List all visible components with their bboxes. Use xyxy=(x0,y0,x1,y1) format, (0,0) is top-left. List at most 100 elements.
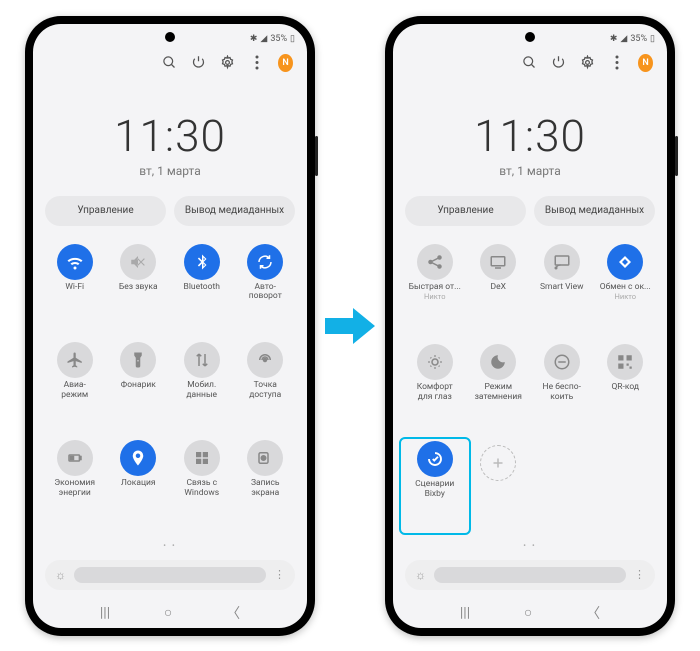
plane-icon[interactable] xyxy=(57,342,93,378)
page-indicator: • • xyxy=(33,535,307,556)
brightness-slider[interactable]: ☼ ⋮ xyxy=(45,560,295,590)
qs-tile-bluetooth[interactable]: Bluetooth xyxy=(170,240,234,334)
qs-tile-add[interactable] xyxy=(467,441,531,530)
share-icon[interactable] xyxy=(417,244,453,280)
bluetooth-icon[interactable] xyxy=(184,244,220,280)
add-icon[interactable] xyxy=(480,445,516,481)
qs-label: Точкадоступа xyxy=(249,381,281,401)
bixby-icon[interactable] xyxy=(417,441,453,477)
navigation-bar: ||| ○ 〈 xyxy=(33,598,307,628)
qs-tile-qr[interactable]: QR-код xyxy=(594,340,658,437)
qs-label: Bluetooth xyxy=(184,283,220,293)
qs-label: Без звука xyxy=(119,283,158,293)
qs-label: Фонарик xyxy=(121,381,156,391)
media-output-button[interactable]: Вывод медиаданных xyxy=(174,196,295,226)
nav-recents[interactable]: ||| xyxy=(100,605,110,621)
qs-label: DeX xyxy=(491,283,506,293)
battery-icon: ▯ xyxy=(290,34,295,44)
qs-label: Быстрая от... xyxy=(409,283,461,293)
qs-tile-windows[interactable]: Связь сWindows xyxy=(170,436,234,530)
qs-tile-dark[interactable]: Режимзатемнения xyxy=(467,340,531,437)
battery-icon: ▯ xyxy=(650,34,655,44)
search-icon[interactable] xyxy=(522,55,537,70)
qs-tile-mute[interactable]: Без звука xyxy=(107,240,171,334)
qs-tile-dnd[interactable]: Не беспо-коить xyxy=(530,340,594,437)
qs-label: Экономияэнергии xyxy=(54,479,95,499)
qs-tile-plane[interactable]: Авиа-режим xyxy=(43,338,107,432)
mute-icon[interactable] xyxy=(120,244,156,280)
notification-badge[interactable]: N xyxy=(278,55,293,70)
clock-date: вт, 1 марта xyxy=(393,164,667,178)
battery-icon[interactable] xyxy=(57,440,93,476)
smartview-icon[interactable] xyxy=(544,244,580,280)
qs-tile-record[interactable]: Записьэкрана xyxy=(234,436,298,530)
nav-home[interactable]: ○ xyxy=(164,604,172,621)
brightness-slider[interactable]: ☼ ⋮ xyxy=(405,560,655,590)
dark-icon[interactable] xyxy=(480,344,516,380)
wifi-icon[interactable] xyxy=(57,244,93,280)
qs-tile-data[interactable]: Мобил.данные xyxy=(170,338,234,432)
power-icon[interactable] xyxy=(551,55,566,70)
hotspot-icon[interactable] xyxy=(247,342,283,378)
dex-icon[interactable] xyxy=(480,244,516,280)
quick-settings-grid-left: Wi-Fi Без звука Bluetooth Авто-поворот Авиа-… xyxy=(33,236,307,535)
qs-tile-location[interactable]: Локация xyxy=(107,436,171,530)
qr-icon[interactable] xyxy=(607,344,643,380)
more-icon[interactable] xyxy=(609,55,624,70)
power-icon[interactable] xyxy=(191,55,206,70)
brightness-track[interactable] xyxy=(74,567,266,583)
toolbar: N xyxy=(393,48,667,78)
notification-badge[interactable]: N xyxy=(638,55,653,70)
battery-text: 35% xyxy=(630,34,647,44)
media-output-button[interactable]: Вывод медиаданных xyxy=(534,196,655,226)
qs-tile-eye[interactable]: Комфортдля глаз xyxy=(403,340,467,437)
data-icon[interactable] xyxy=(184,342,220,378)
clock-date: вт, 1 марта xyxy=(33,164,307,178)
rotate-icon[interactable] xyxy=(247,244,283,280)
qs-tile-battery[interactable]: Экономияэнергии xyxy=(43,436,107,530)
qs-tile-hotspot[interactable]: Точкадоступа xyxy=(234,338,298,432)
camera-hole xyxy=(165,32,175,42)
nav-recents[interactable]: ||| xyxy=(460,605,470,621)
more-icon[interactable] xyxy=(249,55,264,70)
gear-icon[interactable] xyxy=(220,55,235,70)
qs-tile-share[interactable]: Быстрая от...Никто xyxy=(403,240,467,336)
qs-tile-nearby[interactable]: Обмен с ок...Никто xyxy=(594,240,658,336)
qs-label: Wi-Fi xyxy=(65,283,84,293)
search-icon[interactable] xyxy=(162,55,177,70)
device-control-button[interactable]: Управление xyxy=(45,196,166,226)
qs-label: QR-код xyxy=(611,383,639,393)
qs-label: СценарииBixby xyxy=(415,480,454,500)
location-icon[interactable] xyxy=(120,440,156,476)
qs-label: Авиа-режим xyxy=(61,381,88,401)
qs-tile-dex[interactable]: DeX xyxy=(467,240,531,336)
brightness-icon: ☼ xyxy=(415,568,426,582)
qs-tile-rotate[interactable]: Авто-поворот xyxy=(234,240,298,334)
gear-icon[interactable] xyxy=(580,55,595,70)
qs-tile-bixby[interactable]: СценарииBixby xyxy=(399,437,471,534)
qs-label: Режимзатемнения xyxy=(475,383,522,403)
torch-icon[interactable] xyxy=(120,342,156,378)
qs-sublabel: Никто xyxy=(424,292,445,301)
qs-tile-smartview[interactable]: Smart View xyxy=(530,240,594,336)
bluetooth-icon: ✱ xyxy=(610,34,618,44)
panel-buttons: Управление Вывод медиаданных xyxy=(33,196,307,236)
nav-home[interactable]: ○ xyxy=(524,604,532,621)
nav-back[interactable]: 〈 xyxy=(586,603,600,623)
eye-icon[interactable] xyxy=(417,344,453,380)
brightness-more-icon[interactable]: ⋮ xyxy=(274,568,285,581)
qs-tile-torch[interactable]: Фонарик xyxy=(107,338,171,432)
windows-icon[interactable] xyxy=(184,440,220,476)
brightness-more-icon[interactable]: ⋮ xyxy=(634,568,645,581)
panel-buttons: Управление Вывод медиаданных xyxy=(393,196,667,236)
qs-tile-wifi[interactable]: Wi-Fi xyxy=(43,240,107,334)
nearby-icon[interactable] xyxy=(607,244,643,280)
record-icon[interactable] xyxy=(247,440,283,476)
dnd-icon[interactable] xyxy=(544,344,580,380)
device-control-button[interactable]: Управление xyxy=(405,196,526,226)
brightness-track[interactable] xyxy=(434,567,626,583)
signal-icon: ◢ xyxy=(620,34,627,44)
qs-sublabel: Никто xyxy=(615,292,636,301)
nav-back[interactable]: 〈 xyxy=(226,603,240,623)
qs-label: Не беспо-коить xyxy=(543,383,581,403)
